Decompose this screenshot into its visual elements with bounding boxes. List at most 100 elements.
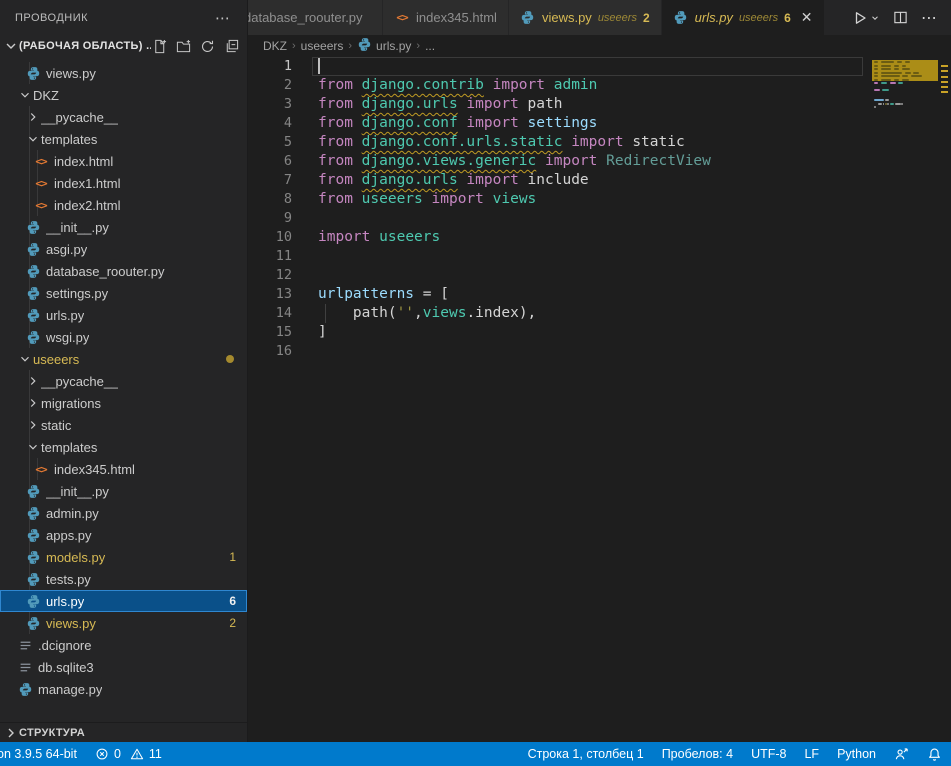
tree-item-label: wsgi.py bbox=[46, 330, 89, 345]
tree-item-label: static bbox=[41, 418, 71, 433]
tree-item-tests.py[interactable]: tests.py bbox=[0, 568, 247, 590]
tree-item-views.py[interactable]: views.py2 bbox=[0, 612, 247, 634]
encoding-status[interactable]: UTF-8 bbox=[742, 742, 795, 766]
collapse-all-icon[interactable] bbox=[223, 38, 239, 54]
code-line-5[interactable]: 5from django.conf.urls.static import sta… bbox=[248, 133, 951, 152]
tab-database_roouter.py[interactable]: database_roouter.py bbox=[248, 0, 383, 35]
problems-count-badge: 2 bbox=[229, 616, 236, 630]
indentation-status[interactable]: Пробелов: 4 bbox=[653, 742, 742, 766]
tree-item-index2.html[interactable]: <>index2.html bbox=[0, 194, 247, 216]
breadcrumb-item-useeers[interactable]: useeers bbox=[301, 39, 344, 53]
tree-item-index1.html[interactable]: <>index1.html bbox=[0, 172, 247, 194]
tree-item-db.sqlite3[interactable]: db.sqlite3 bbox=[0, 656, 247, 678]
tab-close-icon[interactable]: ✕ bbox=[801, 9, 813, 26]
breadcrumb: DKZ›useeers›urls.py›... bbox=[248, 35, 951, 57]
chevron-right-icon bbox=[25, 396, 41, 410]
tree-folder-useeers[interactable]: useeers bbox=[0, 348, 247, 370]
python-file-icon bbox=[25, 242, 41, 257]
outline-section-header[interactable]: СТРУКТУРА bbox=[0, 722, 247, 742]
new-folder-icon[interactable] bbox=[175, 38, 191, 54]
outline-section-label: СТРУКТУРА bbox=[19, 727, 85, 739]
indent-guide bbox=[325, 304, 326, 323]
code-line-text: from django.conf.urls.static import stat… bbox=[292, 133, 685, 152]
line-number: 8 bbox=[248, 190, 292, 209]
tree-item-index345.html[interactable]: <>index345.html bbox=[0, 458, 247, 480]
tree-item-label: __init__.py bbox=[46, 484, 109, 499]
cursor-position-status[interactable]: Строка 1, столбец 1 bbox=[519, 742, 653, 766]
code-line-4[interactable]: 4from django.conf import settings bbox=[248, 114, 951, 133]
tree-folder-templates[interactable]: templates bbox=[0, 436, 247, 458]
tab-problems-badge: 6 bbox=[784, 11, 791, 25]
tree-item-urls.py[interactable]: urls.py bbox=[0, 304, 247, 326]
tree-item-index.html[interactable]: <>index.html bbox=[0, 150, 247, 172]
tree-folder-DKZ[interactable]: DKZ bbox=[0, 84, 247, 106]
error-icon bbox=[95, 747, 109, 761]
code-line-3[interactable]: 3from django.urls import path bbox=[248, 95, 951, 114]
warning-count: 11 bbox=[149, 747, 162, 761]
refresh-icon[interactable] bbox=[199, 38, 215, 54]
workspace-section-header[interactable]: (РАБОЧАЯ ОБЛАСТЬ) ... bbox=[0, 35, 247, 57]
code-line-text: from django.contrib import admin bbox=[292, 76, 597, 95]
problems-status[interactable]: 0 11 bbox=[86, 742, 171, 766]
code-line-7[interactable]: 7from django.urls import include bbox=[248, 171, 951, 190]
explorer-title: ПРОВОДНИК bbox=[15, 12, 88, 24]
more-actions-icon[interactable]: ⋯ bbox=[921, 8, 938, 28]
code-line-2[interactable]: 2from django.contrib import admin bbox=[248, 76, 951, 95]
feedback-icon[interactable] bbox=[885, 742, 918, 766]
tab-index345.html[interactable]: <>index345.html bbox=[383, 0, 509, 35]
tree-item-wsgi.py[interactable]: wsgi.py bbox=[0, 326, 247, 348]
code-line-14[interactable]: 14 path('',views.index), bbox=[248, 304, 951, 323]
code-line-6[interactable]: 6from django.views.generic import Redire… bbox=[248, 152, 951, 171]
code-line-9[interactable]: 9 bbox=[248, 209, 951, 228]
breadcrumb-item-DKZ[interactable]: DKZ bbox=[263, 39, 287, 53]
notifications-bell-icon[interactable] bbox=[918, 742, 951, 766]
code-line-8[interactable]: 8from useeers import views bbox=[248, 190, 951, 209]
overview-ruler bbox=[938, 57, 951, 742]
tree-folder-migrations[interactable]: migrations bbox=[0, 392, 247, 414]
tree-item-database_roouter.py[interactable]: database_roouter.py bbox=[0, 260, 247, 282]
tree-item-manage.py[interactable]: manage.py bbox=[0, 678, 247, 700]
tree-item-label: DKZ bbox=[33, 88, 59, 103]
run-python-file-icon[interactable] bbox=[852, 10, 880, 26]
python-file-icon bbox=[25, 330, 41, 345]
python-file-icon bbox=[25, 594, 41, 609]
breadcrumb-item-urls.py[interactable]: urls.py bbox=[357, 37, 411, 55]
code-line-1[interactable]: 1 bbox=[248, 57, 951, 76]
tree-item-models.py[interactable]: models.py1 bbox=[0, 546, 247, 568]
tree-item-urls.py[interactable]: urls.py6 bbox=[0, 590, 247, 612]
code-line-16[interactable]: 16 bbox=[248, 342, 951, 361]
breadcrumb-separator: › bbox=[416, 40, 420, 52]
split-editor-icon[interactable] bbox=[893, 10, 908, 25]
line-number: 14 bbox=[248, 304, 292, 323]
explorer-more-actions-icon[interactable]: ⋯ bbox=[215, 9, 231, 27]
code-line-11[interactable]: 11 bbox=[248, 247, 951, 266]
tree-item-admin.py[interactable]: admin.py bbox=[0, 502, 247, 524]
tree-item-settings.py[interactable]: settings.py bbox=[0, 282, 247, 304]
tree-item-label: admin.py bbox=[46, 506, 99, 521]
tab-views.py[interactable]: views.pyuseeers2 bbox=[509, 0, 662, 35]
code-line-13[interactable]: 13urlpatterns = [ bbox=[248, 285, 951, 304]
code-line-15[interactable]: 15] bbox=[248, 323, 951, 342]
tree-item-apps.py[interactable]: apps.py bbox=[0, 524, 247, 546]
minimap[interactable] bbox=[872, 57, 938, 187]
line-number: 1 bbox=[248, 57, 292, 76]
tree-item-__init__.py[interactable]: __init__.py bbox=[0, 216, 247, 238]
tree-folder-__pycache__[interactable]: __pycache__ bbox=[0, 370, 247, 392]
python-interpreter-status[interactable]: Python 3.9.5 64-bit bbox=[0, 742, 86, 766]
language-mode-status[interactable]: Python bbox=[828, 742, 885, 766]
tab-urls.py[interactable]: urls.pyuseeers6✕ bbox=[662, 0, 825, 35]
tree-folder-static[interactable]: static bbox=[0, 414, 247, 436]
tree-item-__init__.py[interactable]: __init__.py bbox=[0, 480, 247, 502]
code-editor[interactable]: 12from django.contrib import admin3from … bbox=[248, 57, 951, 742]
new-file-icon[interactable] bbox=[151, 38, 167, 54]
chevron-right-icon bbox=[25, 110, 41, 124]
code-line-10[interactable]: 10import useeers bbox=[248, 228, 951, 247]
tree-folder-templates[interactable]: templates bbox=[0, 128, 247, 150]
code-line-12[interactable]: 12 bbox=[248, 266, 951, 285]
eol-status[interactable]: LF bbox=[795, 742, 828, 766]
tree-folder-__pycache__[interactable]: __pycache__ bbox=[0, 106, 247, 128]
tree-item-asgi.py[interactable]: asgi.py bbox=[0, 238, 247, 260]
tree-item-views.py[interactable]: views.py bbox=[0, 62, 247, 84]
code-line-text bbox=[292, 266, 318, 285]
tree-item-.dcignore[interactable]: .dcignore bbox=[0, 634, 247, 656]
